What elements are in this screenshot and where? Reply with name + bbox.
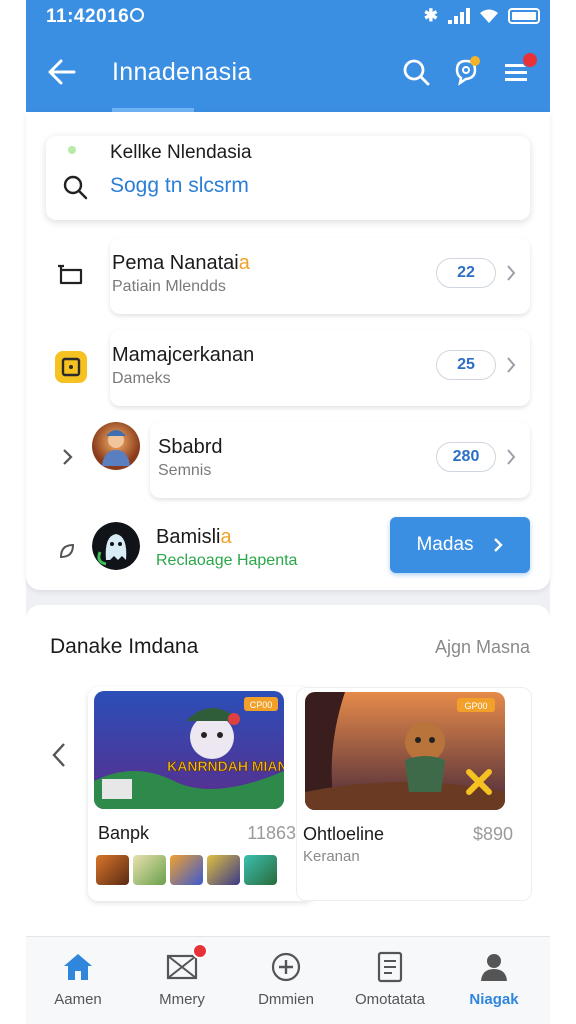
page-title: Innadenasia [112,58,252,86]
status-dot [68,146,76,154]
document-icon [372,949,408,985]
app-bar: 11:42016 ✱ Innadenasia [26,0,550,112]
list-item-subtitle: Dameks [112,370,171,387]
list-item-title: Sbabrd [158,436,223,458]
carousel-prev-button[interactable] [50,741,68,769]
see-all-link[interactable]: Ajgn Masna [435,637,530,658]
profile-icon [476,949,512,985]
game-badge: CP00 [250,700,273,710]
nav-item-add[interactable]: Dmmien [234,937,338,1024]
list-item-card[interactable]: Mamajcerkanan Dameks 25 [110,330,530,406]
game-badge: GP00 [464,701,487,711]
nav-badge [192,943,208,959]
count-badge: 280 [436,442,496,472]
nav-label: Dmmien [258,991,314,1008]
chevron-right-icon [507,265,516,281]
primary-action-button[interactable]: Madas [390,517,530,573]
screenshot-thumb[interactable] [170,855,203,885]
search-label: Kellke Nlendasia [110,142,252,163]
menu-badge [522,52,538,68]
notifications-button[interactable] [450,56,482,88]
main-card: Kellke Nlendasia Sogg tn slcsrm Pema Nan… [26,112,550,590]
screenshot-thumb[interactable] [244,855,277,885]
screenshot-thumb[interactable] [133,855,166,885]
featured-section: Danake Imdana Ajgn Masna CP00 KANRNDAH M… [26,605,550,945]
game-avatar [92,422,140,470]
list-item-subtitle: Semnis [158,462,212,479]
menu-button[interactable] [500,52,538,88]
screenshot-strip [96,855,277,885]
screenshot-thumb[interactable] [96,855,129,885]
game-price: 11863 [247,823,296,843]
game-artwork: CP00 KANRNDAH MIANIS [94,691,284,809]
list-item[interactable]: Mamajcerkanan Dameks 25 [26,330,550,410]
screenshot-thumb[interactable] [207,855,240,885]
count-badge: 25 [436,350,496,380]
action-button-label: Madas [416,534,474,555]
list-item[interactable]: Sbabrd Semnis 280 [26,422,550,502]
nav-item-documents[interactable]: Omotatata [338,937,442,1024]
nav-label: Niagak [469,991,519,1008]
nav-item-mail[interactable]: Mmery [130,937,234,1024]
nav-label: Mmery [159,991,205,1008]
search-button[interactable] [400,56,432,88]
game-art-text: KANRNDAH MIANIS [167,758,284,774]
nav-label: Aamen [54,991,102,1008]
nav-item-profile[interactable]: Niagak [442,937,546,1024]
list-item-subtitle: Reclaoage Hapenta [156,552,298,569]
game-name: Banpk [98,823,150,843]
list-item-title: Mamajcerkanan [112,344,255,366]
game-artwork: GP00 [305,692,505,810]
list-item-card[interactable]: Sbabrd Semnis 280 [150,422,530,498]
chevron-right-icon [493,538,503,552]
search-input[interactable]: Sogg tn slcsrm [110,174,249,198]
home-icon [60,949,96,985]
ghost-avatar [92,522,140,570]
arrow-left-icon [48,59,76,85]
status-sync-icon [130,8,144,22]
nav-item-home[interactable]: Aamen [26,937,130,1024]
list-item-card[interactable]: Pema Nanataia Patiain Mlendds 22 [110,238,530,314]
notification-dot [470,56,480,66]
section-title: Danake Imdana [50,635,199,658]
search-icon [403,59,430,86]
square-badge-icon [54,350,88,384]
game-card[interactable]: CP00 KANRNDAH MIANIS Banpk 11863 [88,687,314,901]
search-icon [63,175,88,200]
folder-tab-icon [54,258,88,292]
back-button[interactable] [46,56,78,88]
game-price: $890 [472,824,513,844]
game-card[interactable]: GP00 Ohtloeline $890 Keranan [296,687,532,901]
chevron-right-icon [507,357,516,373]
list-item-title: Pema Nanataia [112,252,250,274]
plus-circle-icon [268,949,304,985]
search-box[interactable]: Kellke Nlendasia Sogg tn slcsrm [46,136,530,220]
bottom-navigation: Aamen Mmery Dmmien Omotatata Niagak [26,936,550,1024]
list-item[interactable]: Pema Nanataia Patiain Mlendds 22 [26,238,550,318]
list-item-subtitle: Patiain Mlendds [112,278,226,295]
leaf-icon [59,543,75,559]
game-subtitle: Keranan [303,848,360,865]
list-item-title: Bamislia [156,526,232,548]
chevron-right-icon [63,449,73,465]
status-icons: ✱ [424,6,540,26]
signal-icon [448,8,470,24]
bluetooth-icon: ✱ [423,6,438,25]
nav-label: Omotatata [354,991,426,1008]
wifi-icon [480,9,498,23]
game-name: Ohtloeline [303,824,385,844]
status-time: 11:42016 [46,6,130,27]
battery-icon [508,8,540,24]
chevron-right-icon [507,449,516,465]
count-badge: 22 [436,258,496,288]
